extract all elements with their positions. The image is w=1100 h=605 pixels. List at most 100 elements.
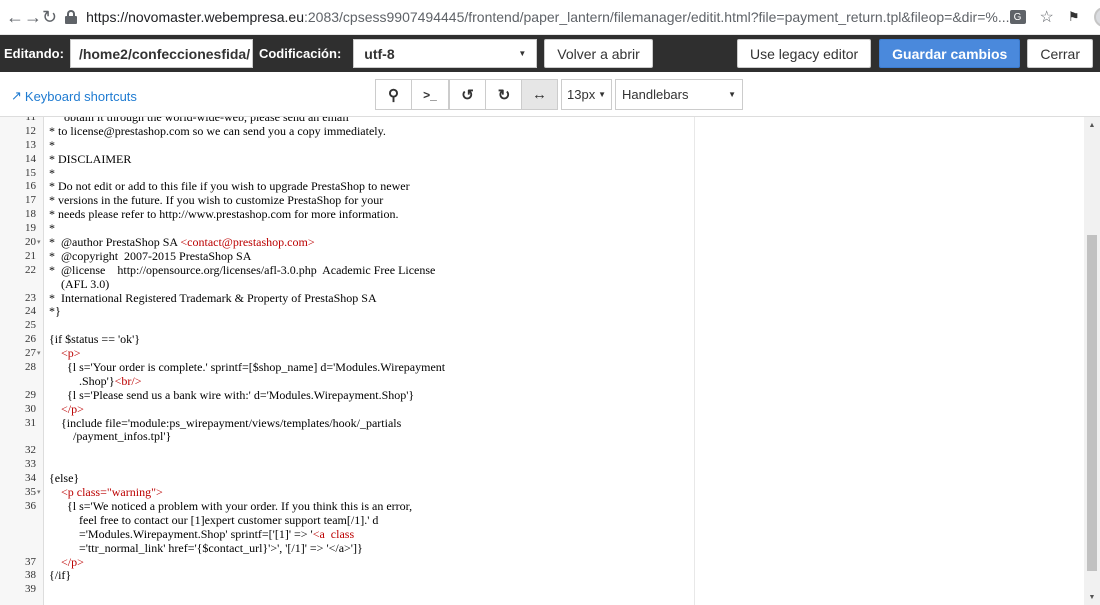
search-icon[interactable]: ⚲ — [375, 79, 412, 110]
code-text: <p class="warning"> — [49, 485, 163, 500]
code-line[interactable]: 33 — [0, 458, 1084, 472]
url-path: :2083/cpsess9907494445/frontend/paper_la… — [304, 9, 1010, 25]
code-line[interactable]: 27 ▾ <p> — [0, 346, 1084, 361]
code-line[interactable]: 24 *} — [0, 305, 1084, 319]
code-line[interactable]: 13 * — [0, 137, 1084, 153]
code-line[interactable]: 34 {else} — [0, 471, 1084, 486]
code-line[interactable]: /payment_infos.tpl'} — [0, 430, 1084, 444]
extension-icon[interactable]: ⚑ — [1068, 9, 1080, 25]
undo-icon[interactable]: ↺ — [449, 79, 486, 110]
code-line[interactable]: .Shop'}<br/> — [0, 373, 1084, 389]
font-size-select[interactable]: 13px ▼ — [561, 79, 612, 110]
code-line[interactable]: 38 {/if} — [0, 568, 1084, 583]
forward-icon[interactable]: → — [24, 4, 42, 30]
line-number: 24 — [25, 305, 36, 318]
code-tag-text: <br/> — [114, 373, 142, 388]
code-line[interactable]: 32 — [0, 444, 1084, 458]
code-text: * versions in the future. If you wish to… — [49, 193, 384, 208]
editor-toolbar: ↗ Keyboard shortcuts ⚲ >_ ↺ ↻ ↔ 13px ▼ H… — [0, 72, 1100, 116]
legacy-editor-button[interactable]: Use legacy editor — [737, 39, 872, 68]
code-line[interactable]: 23 * International Registered Trademark &… — [0, 291, 1084, 306]
code-line[interactable]: 25 — [0, 319, 1084, 333]
code-plain-text: * versions in the future. If you wish to… — [49, 193, 384, 208]
reopen-button[interactable]: Volver a abrir — [544, 39, 653, 68]
address-bar[interactable]: https://novomaster.webempresa.eu:2083/cp… — [65, 9, 1010, 25]
code-line[interactable]: ='ttr_normal_link' href='{$contact_url}'… — [0, 540, 1084, 556]
redo-icon[interactable]: ↻ — [486, 79, 523, 110]
line-number: 28 — [25, 361, 36, 374]
code-plain-text: * DISCLAIMER — [49, 151, 132, 166]
code-plain-text: * @copyright 2007-2015 PrestaShop SA — [49, 248, 252, 263]
code-line[interactable]: 22 * @license http://opensource.org/licen… — [0, 262, 1084, 278]
code-line[interactable]: 16 * Do not edit or add to this file if y… — [0, 180, 1084, 194]
code-tag-text: </p> — [61, 554, 84, 569]
chevron-down-icon: ▼ — [598, 90, 606, 99]
code-plain-text: feel free to contact our [1]expert custo… — [49, 512, 379, 527]
code-line[interactable]: 31 {include file='module:ps_wirepayment/… — [0, 416, 1084, 431]
code-text: <p> — [49, 346, 81, 361]
fold-toggle-icon[interactable]: ▾ — [37, 486, 41, 500]
line-number: 22 — [25, 263, 36, 276]
wrap-toggle-icon[interactable]: ↔ — [521, 79, 558, 110]
code-line[interactable]: 15 * — [0, 166, 1084, 181]
code-line[interactable]: 28 {l s='Your order is complete.' sprint… — [0, 360, 1084, 375]
code-text: /payment_infos.tpl'} — [49, 430, 171, 444]
code-plain-text: * — [49, 137, 55, 152]
profile-icon[interactable] — [1093, 7, 1100, 27]
code-line[interactable]: 19 * — [0, 221, 1084, 236]
scroll-down-icon[interactable]: ▼ — [1084, 591, 1100, 603]
scroll-thumb[interactable] — [1087, 235, 1097, 571]
line-number: 16 — [25, 180, 36, 193]
star-icon[interactable]: ☆ — [1040, 7, 1054, 27]
fold-toggle-icon[interactable]: ▾ — [37, 347, 41, 361]
code-line[interactable]: 17 * versions in the future. If you wish … — [0, 193, 1084, 208]
code-line[interactable]: 36 {l s='We noticed a problem with your … — [0, 498, 1084, 514]
code-line[interactable]: 35 ▾ <p class="warning"> — [0, 485, 1084, 500]
code-line[interactable]: 21 * @copyright 2007-2015 PrestaShop SA — [0, 248, 1084, 264]
code-text: * — [49, 221, 55, 236]
code-text: {include file='module:ps_wirepayment/vie… — [49, 416, 401, 431]
code-text: * @author PrestaShop SA <contact@prestas… — [49, 235, 315, 250]
code-line[interactable]: feel free to contact our [1]expert custo… — [0, 512, 1084, 528]
syntax-mode-select[interactable]: Handlebars ▼ — [615, 79, 743, 110]
line-number: 32 — [25, 444, 36, 457]
back-icon[interactable]: ← — [6, 4, 24, 30]
line-number: 12 — [25, 124, 36, 137]
terminal-icon[interactable]: >_ — [412, 79, 449, 110]
code-tag-text: </p> — [61, 401, 84, 416]
code-line[interactable]: 37 </p> — [0, 554, 1084, 570]
code-text: * International Registered Trademark & P… — [49, 291, 377, 306]
reload-icon[interactable]: ↻ — [42, 4, 57, 30]
code-line[interactable]: 30 </p> — [0, 401, 1084, 417]
code-plain-text: {l s='We noticed a problem with your ord… — [49, 498, 413, 513]
code-line[interactable]: 18 * needs please refer to http://www.pre… — [0, 207, 1084, 222]
external-link-icon: ↗ — [11, 88, 22, 103]
code-line[interactable]: 39 — [0, 583, 1084, 597]
code-line[interactable]: 14 * DISCLAIMER — [0, 151, 1084, 167]
code-plain-text: ='ttr_normal_link' href='{$contact_url}'… — [49, 540, 278, 555]
keyboard-shortcuts-link[interactable]: ↗ Keyboard shortcuts — [11, 88, 137, 104]
syntax-mode-value: Handlebars — [622, 87, 689, 102]
code-content[interactable]: 11 obtain it through the world-wide-web,… — [0, 117, 1084, 605]
code-line[interactable]: (AFL 3.0) — [0, 277, 1084, 292]
code-line[interactable]: 20 ▾ * @author PrestaShop SA <contact@pres… — [0, 235, 1084, 250]
file-path-field[interactable]: /home2/confeccionesfida/ — [69, 39, 253, 68]
vertical-scrollbar[interactable]: ▲ ▼ — [1084, 117, 1100, 605]
code-plain-text: * @license http://opensource.org/license… — [49, 262, 436, 277]
scroll-up-icon[interactable]: ▲ — [1084, 119, 1100, 131]
translate-icon[interactable]: G — [1009, 10, 1026, 24]
code-line[interactable]: ='Modules.Wirepayment.Shop' sprintf=['[1… — [0, 527, 1084, 542]
code-text: {/if} — [49, 568, 71, 583]
code-text: (AFL 3.0) — [49, 277, 109, 292]
fold-toggle-icon[interactable]: ▾ — [37, 236, 41, 250]
code-line[interactable]: 29 {l s='Please send us a bank wire with… — [0, 387, 1084, 403]
lock-icon — [65, 10, 78, 24]
code-line[interactable]: 26 {if $status == 'ok'} — [0, 332, 1084, 347]
save-button[interactable]: Guardar cambios — [879, 39, 1021, 68]
code-text: ='Modules.Wirepayment.Shop' sprintf=['[1… — [49, 527, 354, 542]
code-editor[interactable]: 11 obtain it through the world-wide-web,… — [0, 116, 1100, 605]
encoding-select[interactable]: utf-8 ▼ — [353, 39, 538, 68]
code-plain-text: {l s='Please send us a bank wire with:' … — [49, 387, 415, 402]
code-line[interactable]: 12 * to license@prestashop.com so we can … — [0, 124, 1084, 139]
close-button[interactable]: Cerrar — [1027, 39, 1093, 68]
